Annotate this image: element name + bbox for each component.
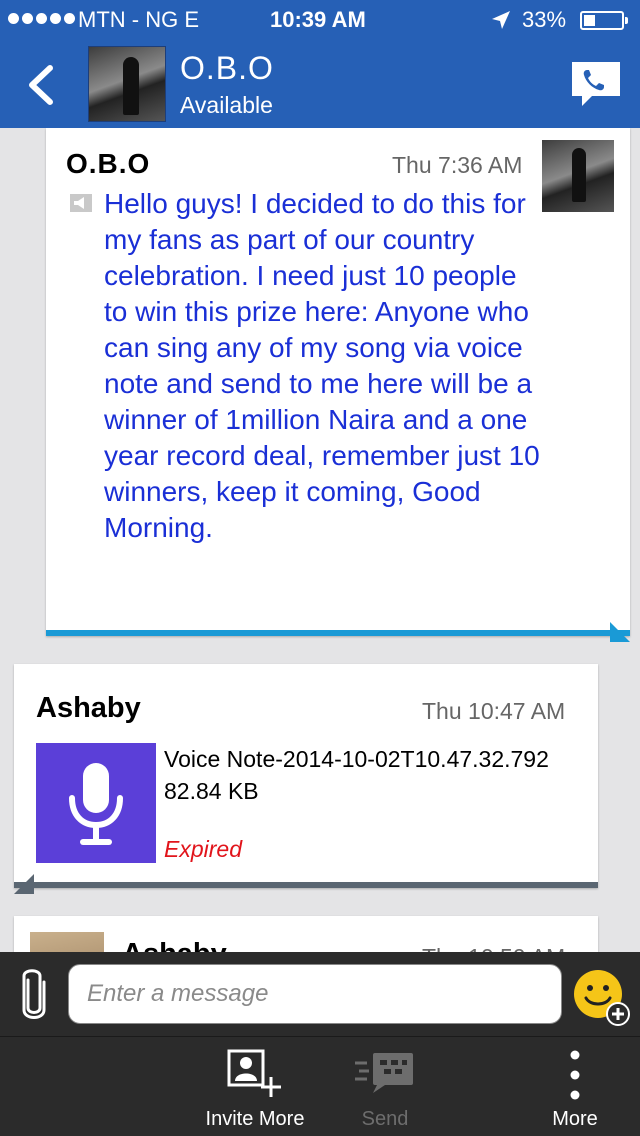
voice-note-filename: Voice Note-2014-10-02T10.47.32.792 [164, 746, 549, 772]
message-bubble[interactable]: Ashaby Thu 10:50 AM [14, 916, 598, 952]
message-bubble[interactable]: O.B.O Thu 7:36 AM Hello guys! I decided … [46, 128, 630, 636]
voice-note-thumbnail[interactable] [36, 743, 156, 863]
broadcast-icon [70, 194, 92, 212]
message-sender: O.B.O [66, 148, 151, 179]
bbm-send-icon [355, 1053, 413, 1093]
message-sender: Ashaby [122, 938, 227, 952]
more-label: More [552, 1108, 598, 1130]
contact-name[interactable]: O.B.O [180, 50, 274, 87]
chat-header: O.B.O Available [0, 40, 640, 128]
phone-icon[interactable] [570, 60, 622, 108]
message-timestamp: Thu 10:50 AM [422, 944, 565, 952]
attachment-thumbnail[interactable] [30, 932, 104, 952]
carrier-label: MTN - NG E [78, 7, 199, 32]
send-label: Send [361, 1108, 409, 1130]
contact-status: Available [180, 92, 273, 118]
message-input[interactable] [68, 964, 562, 1024]
battery-icon [580, 11, 628, 30]
invite-contact-icon [227, 1049, 281, 1097]
microphone-icon [69, 763, 123, 845]
location-arrow-icon [492, 11, 510, 29]
back-button[interactable] [18, 60, 68, 110]
voice-note-status: Expired [164, 836, 242, 862]
signal-strength-icon [8, 13, 75, 24]
voice-note-size: 82.84 KB [164, 778, 259, 804]
invite-more-button[interactable]: Invite More [190, 1037, 320, 1136]
battery-percent: 33% [522, 7, 567, 32]
message-accent-bar [14, 882, 598, 888]
sender-avatar [542, 140, 614, 212]
message-text: Hello guys! I decided to do this for my … [104, 188, 540, 543]
invite-more-label: Invite More [205, 1108, 305, 1130]
message-bubble[interactable]: Ashaby Thu 10:47 AM Voice Note-2014-10-0… [14, 664, 598, 888]
emoji-add-icon[interactable] [570, 966, 632, 1028]
message-timestamp: Thu 10:47 AM [422, 698, 566, 724]
more-button[interactable]: More [530, 1037, 620, 1136]
message-accent-bar [46, 630, 630, 636]
message-timestamp: Thu 7:36 AM [392, 152, 523, 178]
paperclip-icon[interactable] [18, 966, 50, 1022]
send-button[interactable]: Send [330, 1037, 440, 1136]
bubble-tail [610, 622, 630, 642]
compose-bar [0, 952, 640, 1036]
contact-avatar[interactable] [88, 46, 166, 122]
bubble-tail [14, 874, 34, 894]
status-bar: MTN - NG E 10:39 AM 33% [0, 0, 640, 40]
clock: 10:39 AM [270, 7, 366, 32]
bottom-action-bar: Invite More Send More [0, 1036, 640, 1136]
more-vertical-icon [570, 1050, 580, 1100]
message-sender: Ashaby [36, 692, 141, 724]
chat-history[interactable]: O.B.O Thu 7:36 AM Hello guys! I decided … [0, 128, 640, 952]
